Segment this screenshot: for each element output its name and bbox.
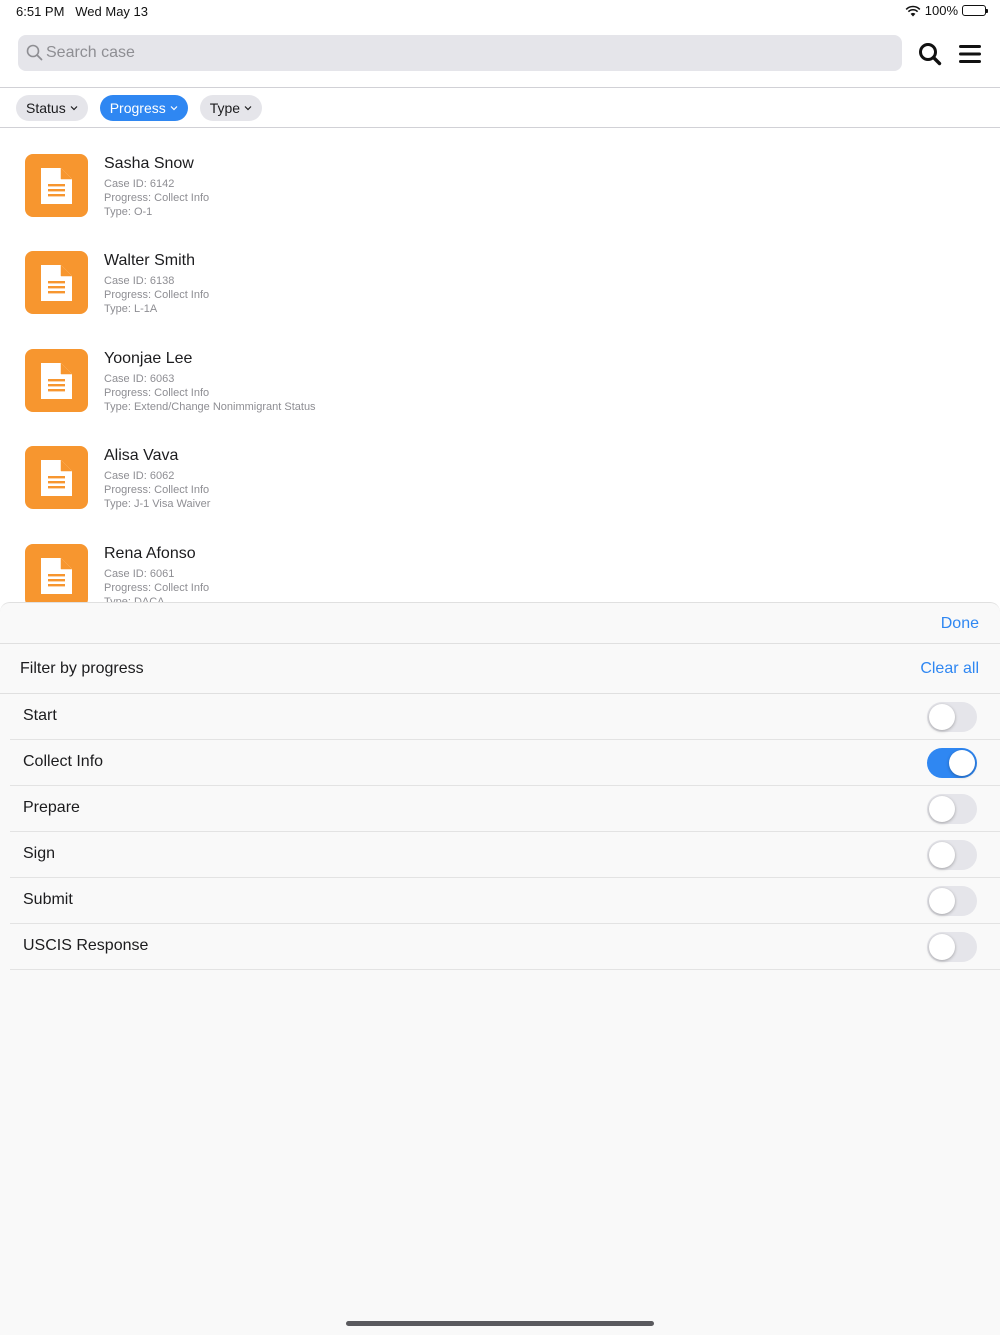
document-icon xyxy=(25,154,88,217)
case-progress: Progress: Collect Info xyxy=(104,387,210,399)
option-label: Sign xyxy=(23,845,56,862)
search-icon xyxy=(26,44,43,61)
sign-toggle[interactable] xyxy=(927,840,977,870)
document-icon xyxy=(25,349,88,412)
case-type: Type: Extend/Change Nonimmigrant Status xyxy=(104,401,316,413)
toggle-knob xyxy=(929,888,955,914)
sheet-title: Filter by progress xyxy=(20,660,144,677)
case-type: Type: O-1 xyxy=(104,206,153,218)
filter-option-start: Start xyxy=(10,694,1000,740)
type-filter-chip[interactable]: Type xyxy=(199,95,263,121)
clear-all-button[interactable]: Clear all xyxy=(920,660,979,678)
case-id: Case ID: 6061 xyxy=(104,568,175,580)
chip-label: Status xyxy=(26,100,66,116)
filter-sheet: Done Filter by progress Clear all Start … xyxy=(0,602,1000,1335)
case-list-item[interactable]: Walter Smith Case ID: 6138 Progress: Col… xyxy=(0,225,1000,323)
filter-option-sign: Sign xyxy=(10,832,1000,878)
chevron-down-icon xyxy=(244,106,252,111)
document-icon xyxy=(25,544,88,602)
status-bar: 6:51 PM Wed May 13 100% xyxy=(0,0,1000,26)
status-time: 6:51 PM Wed May 13 xyxy=(16,4,149,19)
document-icon xyxy=(25,251,88,314)
divider xyxy=(0,643,1000,644)
prepare-toggle[interactable] xyxy=(927,794,977,824)
chevron-down-icon xyxy=(170,106,178,111)
case-type: Type: L-1A xyxy=(104,303,158,315)
case-name: Sasha Snow xyxy=(104,155,194,172)
toggle-knob xyxy=(949,750,975,776)
toggle-knob xyxy=(929,796,955,822)
done-button[interactable]: Done xyxy=(941,615,979,633)
chip-label: Type xyxy=(209,100,241,116)
battery-icon xyxy=(962,5,988,16)
battery-percent: 100% xyxy=(924,3,958,18)
toggle-knob xyxy=(929,704,955,730)
case-progress: Progress: Collect Info xyxy=(104,582,210,594)
case-type: Type: J-1 Visa Waiver xyxy=(104,498,211,510)
option-label: Prepare xyxy=(23,799,80,816)
case-list: Sasha Snow Case ID: 6142 Progress: Colle… xyxy=(0,128,1000,602)
search-bar xyxy=(18,35,902,71)
case-id: Case ID: 6062 xyxy=(104,470,175,482)
case-id: Case ID: 6138 xyxy=(104,275,175,287)
hamburger-menu-icon xyxy=(959,45,981,63)
case-progress: Progress: Collect Info xyxy=(104,484,210,496)
filter-option-collect-info: Collect Info xyxy=(10,740,1000,786)
case-list-item[interactable]: Alisa Vava Case ID: 6062 Progress: Colle… xyxy=(0,420,1000,518)
search-button[interactable] xyxy=(916,40,944,68)
submit-toggle[interactable] xyxy=(927,886,977,916)
chevron-down-icon xyxy=(70,106,78,111)
case-name: Alisa Vava xyxy=(104,447,179,464)
case-list-item[interactable]: Yoonjae Lee Case ID: 6063 Progress: Coll… xyxy=(0,323,1000,421)
wifi-icon xyxy=(905,5,921,16)
status-filter-chip[interactable]: Status xyxy=(16,95,88,121)
document-icon xyxy=(25,446,88,509)
collect-info-toggle[interactable] xyxy=(927,748,977,778)
case-name: Rena Afonso xyxy=(104,545,196,562)
option-label: USCIS Response xyxy=(23,937,149,954)
toggle-knob xyxy=(929,934,955,960)
filter-option-submit: Submit xyxy=(10,878,1000,924)
case-name: Walter Smith xyxy=(104,252,195,269)
search-input[interactable] xyxy=(46,35,886,71)
start-toggle[interactable] xyxy=(927,702,977,732)
case-name: Yoonjae Lee xyxy=(104,350,193,367)
home-indicator xyxy=(346,1321,654,1326)
uscis-response-toggle[interactable] xyxy=(927,932,977,962)
option-label: Collect Info xyxy=(23,753,104,770)
case-progress: Progress: Collect Info xyxy=(104,192,210,204)
filter-chips: Status Progress Type xyxy=(16,95,263,121)
case-id: Case ID: 6063 xyxy=(104,373,175,385)
case-id: Case ID: 6142 xyxy=(104,178,175,190)
chip-label: Progress xyxy=(109,100,166,116)
option-label: Submit xyxy=(23,891,73,908)
filter-option-prepare: Prepare xyxy=(10,786,1000,832)
menu-button[interactable] xyxy=(956,40,984,68)
divider xyxy=(0,87,1000,88)
case-list-item[interactable]: Rena Afonso Case ID: 6061 Progress: Coll… xyxy=(0,518,1000,602)
toggle-knob xyxy=(929,842,955,868)
filter-option-uscis-response: USCIS Response xyxy=(10,924,1000,970)
search-icon xyxy=(919,43,942,66)
progress-filter-chip[interactable]: Progress xyxy=(99,95,188,121)
case-progress: Progress: Collect Info xyxy=(104,289,210,301)
status-right: 100% xyxy=(905,3,988,18)
case-list-item[interactable]: Sasha Snow Case ID: 6142 Progress: Colle… xyxy=(0,128,1000,226)
option-label: Start xyxy=(23,707,57,724)
